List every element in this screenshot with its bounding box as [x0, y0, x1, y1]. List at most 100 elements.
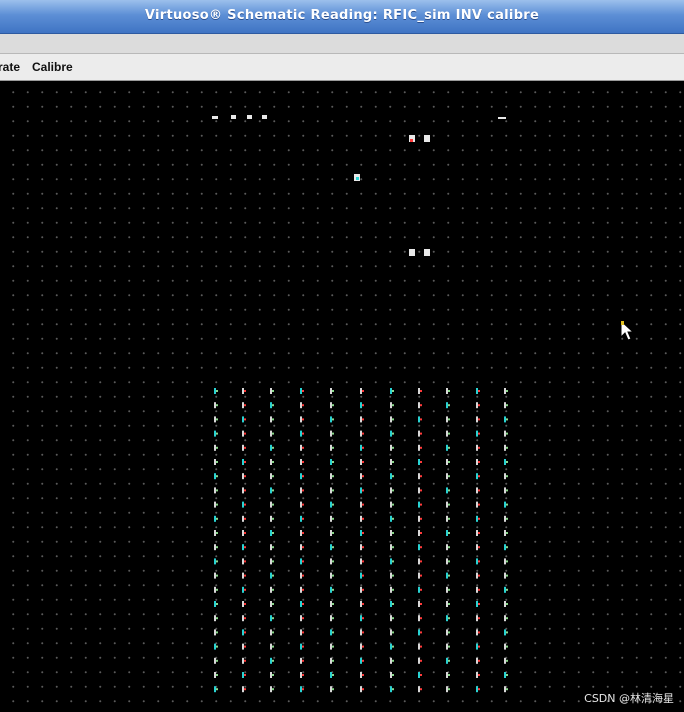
- array-instance[interactable]: [330, 672, 334, 678]
- array-instance[interactable]: [242, 444, 246, 451]
- array-instance[interactable]: [446, 416, 450, 423]
- array-instance[interactable]: [360, 629, 364, 636]
- array-instance[interactable]: [390, 558, 394, 565]
- array-instance[interactable]: [300, 615, 304, 622]
- array-instance[interactable]: [270, 686, 274, 693]
- array-instance[interactable]: [242, 430, 246, 437]
- array-instance[interactable]: [446, 686, 450, 693]
- array-instance[interactable]: [270, 473, 274, 480]
- array-instance[interactable]: [476, 657, 480, 664]
- array-instance[interactable]: [300, 501, 304, 508]
- array-instance[interactable]: [390, 586, 394, 593]
- array-instance[interactable]: [418, 430, 422, 437]
- array-instance[interactable]: [214, 657, 218, 664]
- array-instance[interactable]: [476, 672, 480, 678]
- array-instance[interactable]: [390, 657, 394, 664]
- schematic-canvas[interactable]: [0, 81, 684, 712]
- array-instance[interactable]: [504, 686, 508, 693]
- instance-array[interactable]: [0, 81, 684, 712]
- menu-item-calibre[interactable]: Calibre: [32, 60, 73, 74]
- array-instance[interactable]: [504, 487, 508, 494]
- array-instance[interactable]: [242, 402, 246, 409]
- array-instance[interactable]: [270, 672, 274, 678]
- array-instance[interactable]: [360, 686, 364, 693]
- array-instance[interactable]: [214, 615, 218, 622]
- array-instance[interactable]: [476, 558, 480, 565]
- array-instance[interactable]: [360, 530, 364, 536]
- array-instance[interactable]: [360, 544, 364, 551]
- array-instance[interactable]: [418, 444, 422, 451]
- array-instance[interactable]: [242, 615, 246, 622]
- array-instance[interactable]: [330, 558, 334, 565]
- array-instance[interactable]: [270, 444, 274, 451]
- array-instance[interactable]: [242, 558, 246, 565]
- array-instance[interactable]: [330, 402, 334, 409]
- array-instance[interactable]: [214, 473, 218, 480]
- array-instance[interactable]: [476, 388, 480, 394]
- array-instance[interactable]: [446, 388, 450, 394]
- array-instance[interactable]: [418, 402, 422, 409]
- array-instance[interactable]: [360, 601, 364, 607]
- array-instance[interactable]: [418, 530, 422, 536]
- array-instance[interactable]: [418, 686, 422, 693]
- array-instance[interactable]: [330, 572, 334, 579]
- array-instance[interactable]: [300, 672, 304, 678]
- array-instance[interactable]: [214, 544, 218, 551]
- array-instance[interactable]: [214, 586, 218, 593]
- array-instance[interactable]: [360, 444, 364, 451]
- array-instance[interactable]: [270, 601, 274, 607]
- array-instance[interactable]: [270, 459, 274, 465]
- array-instance[interactable]: [300, 515, 304, 522]
- array-instance[interactable]: [300, 586, 304, 593]
- array-instance[interactable]: [242, 388, 246, 394]
- array-instance[interactable]: [446, 501, 450, 508]
- array-instance[interactable]: [390, 643, 394, 650]
- array-instance[interactable]: [390, 672, 394, 678]
- array-instance[interactable]: [300, 402, 304, 409]
- array-instance[interactable]: [390, 430, 394, 437]
- array-instance[interactable]: [504, 615, 508, 622]
- array-instance[interactable]: [242, 686, 246, 693]
- array-instance[interactable]: [214, 558, 218, 565]
- array-instance[interactable]: [330, 686, 334, 693]
- array-instance[interactable]: [360, 615, 364, 622]
- array-instance[interactable]: [360, 388, 364, 394]
- array-instance[interactable]: [242, 501, 246, 508]
- array-instance[interactable]: [214, 487, 218, 494]
- array-instance[interactable]: [270, 487, 274, 494]
- array-instance[interactable]: [242, 487, 246, 494]
- array-instance[interactable]: [360, 402, 364, 409]
- array-instance[interactable]: [300, 459, 304, 465]
- array-instance[interactable]: [446, 544, 450, 551]
- array-instance[interactable]: [214, 515, 218, 522]
- array-instance[interactable]: [446, 473, 450, 480]
- array-instance[interactable]: [390, 544, 394, 551]
- array-instance[interactable]: [504, 459, 508, 465]
- array-instance[interactable]: [446, 487, 450, 494]
- array-instance[interactable]: [242, 530, 246, 536]
- array-instance[interactable]: [446, 530, 450, 536]
- array-instance[interactable]: [214, 629, 218, 636]
- array-instance[interactable]: [446, 459, 450, 465]
- array-instance[interactable]: [476, 530, 480, 536]
- array-instance[interactable]: [418, 601, 422, 607]
- array-instance[interactable]: [360, 672, 364, 678]
- array-instance[interactable]: [214, 601, 218, 607]
- array-instance[interactable]: [390, 501, 394, 508]
- array-instance[interactable]: [418, 501, 422, 508]
- array-instance[interactable]: [242, 416, 246, 423]
- array-instance[interactable]: [504, 672, 508, 678]
- array-instance[interactable]: [330, 487, 334, 494]
- array-instance[interactable]: [504, 601, 508, 607]
- array-instance[interactable]: [300, 558, 304, 565]
- array-instance[interactable]: [476, 487, 480, 494]
- array-instance[interactable]: [300, 544, 304, 551]
- array-instance[interactable]: [270, 388, 274, 394]
- menu-item-rate[interactable]: rate: [0, 60, 20, 74]
- array-instance[interactable]: [504, 657, 508, 664]
- array-instance[interactable]: [476, 501, 480, 508]
- array-instance[interactable]: [418, 615, 422, 622]
- array-instance[interactable]: [330, 388, 334, 394]
- array-instance[interactable]: [270, 501, 274, 508]
- array-instance[interactable]: [270, 643, 274, 650]
